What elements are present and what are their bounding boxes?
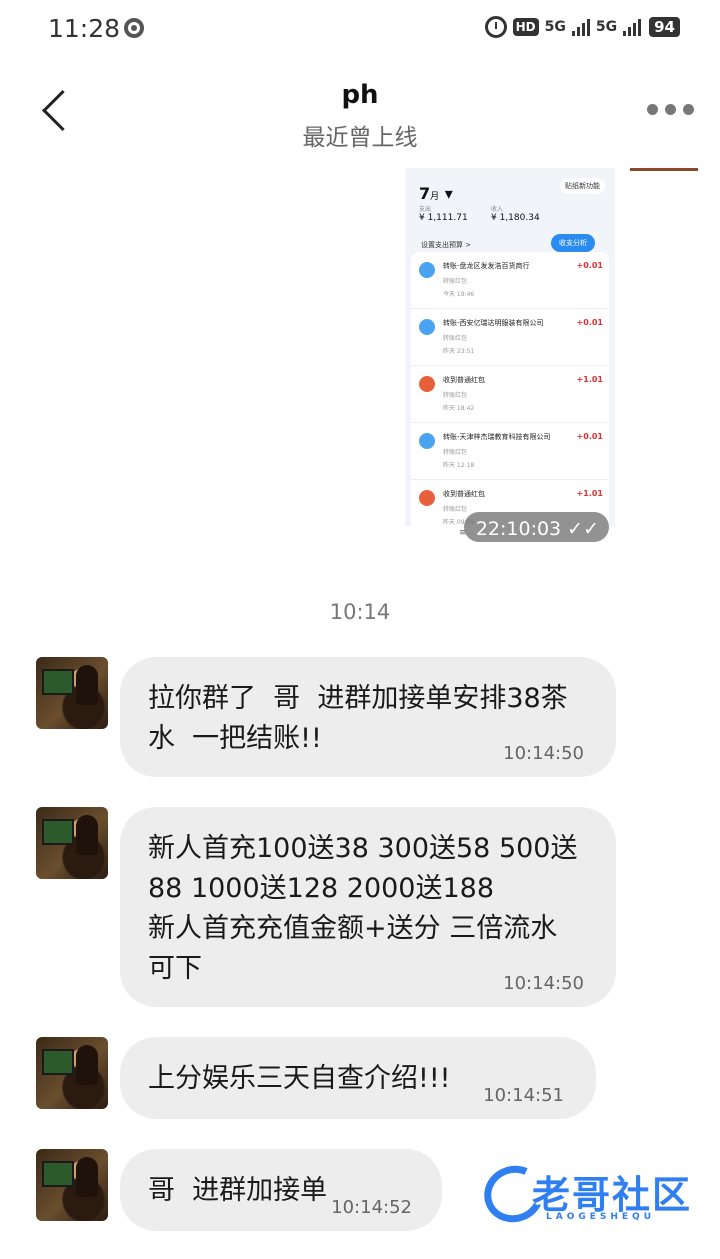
expense-label: 支出 [419, 206, 432, 213]
message-bubble[interactable]: 上分娱乐三天自查介绍!!! 10:14:51 [120, 1037, 596, 1119]
network-label-2: 5G [595, 19, 618, 35]
watermark-logo: 老哥社区 LAOGESHEQU [476, 1157, 704, 1232]
income-label: 收入 [491, 206, 504, 213]
status-time: 11:28 [48, 14, 121, 43]
time-divider: 10:14 [329, 600, 391, 624]
image-message[interactable]: 7月 ▾ 贴纸新功能 支出 ¥ 1,111.71 收入 ¥ 1,180.34 设… [405, 168, 615, 542]
read-check-icon: ✓✓ [567, 517, 599, 540]
chrome-icon [124, 18, 144, 38]
expense-amount: ¥ 1,111.71 [419, 213, 468, 223]
list-item: 转账-天津梓杰瑞教育科技有限公司 转账红包 昨天 12:18 +0.01 [411, 423, 609, 480]
sticker-feature-pill: 贴纸新功能 [560, 178, 605, 194]
avatar[interactable] [36, 657, 108, 729]
transfer-icon [419, 262, 435, 278]
transfer-icon [419, 433, 435, 449]
alarm-icon [484, 16, 507, 38]
battery-icon: 94 [649, 17, 680, 37]
hd-icon: HD [512, 18, 539, 36]
message-time: 10:14:50 [503, 743, 584, 764]
contact-status: 最近曾上线 [302, 125, 418, 151]
avatar[interactable] [36, 1149, 108, 1221]
network-label-1: 5G [544, 19, 566, 35]
message-bubble[interactable]: 新人首充100送38 300送58 500送 88 1000送128 2000送… [120, 807, 616, 1007]
avatar[interactable] [36, 1037, 108, 1109]
message-text: 新人首充100送38 300送58 500送 88 1000送128 2000送… [148, 833, 578, 984]
watermark-subtext: LAOGESHEQU [546, 1212, 656, 1222]
message-time: 10:14:51 [483, 1085, 564, 1106]
bill-month[interactable]: 7月 ▾ [419, 184, 453, 203]
previous-image-edge [630, 168, 698, 171]
list-item: 收到普通红包 转账红包 昨天 18:42 +1.01 [411, 366, 609, 423]
image-timestamp: 22:10:03 ✓✓ [463, 512, 609, 542]
analysis-button: 收支分析 [551, 234, 595, 252]
watermark-text: 老哥社区 [532, 1173, 693, 1217]
message-bubble[interactable]: 哥 进群加接单 10:14:52 [120, 1149, 442, 1231]
more-options-icon[interactable] [647, 104, 694, 115]
status-bar: 11:28 HD 5G 5G 94 [0, 0, 720, 58]
signal-icon-2 [623, 18, 642, 36]
avatar[interactable] [36, 807, 108, 879]
budget-link: 设置支出预算 > [421, 241, 472, 249]
message-bubble[interactable]: 拉你群了 哥 进群加接单安排38茶 水 一把结账!! 10:14:50 [120, 657, 616, 777]
list-item: 转账-西安亿瑞达明服装有限公司 转账红包 昨天 23:51 +0.01 [411, 309, 609, 366]
transaction-list: 转账-盘龙区发发浩百货商行 转账红包 今天 19:46 +0.01 转账-西安亿… [411, 252, 609, 537]
transfer-icon [419, 319, 435, 335]
red-packet-icon [419, 376, 435, 392]
list-item: 转账-盘龙区发发浩百货商行 转账红包 今天 19:46 +0.01 [411, 252, 609, 309]
contact-name[interactable]: ph [0, 80, 720, 110]
message-time: 10:14:52 [331, 1197, 412, 1218]
chat-header: ph 最近曾上线 [0, 60, 720, 160]
income-amount: ¥ 1,180.34 [491, 213, 540, 223]
red-packet-icon [419, 490, 435, 506]
bill-summary: 7月 ▾ 贴纸新功能 支出 ¥ 1,111.71 收入 ¥ 1,180.34 设… [413, 176, 607, 252]
signal-icon [571, 18, 590, 36]
message-time: 10:14:50 [503, 973, 584, 994]
status-icons: HD 5G 5G 94 [484, 16, 680, 38]
